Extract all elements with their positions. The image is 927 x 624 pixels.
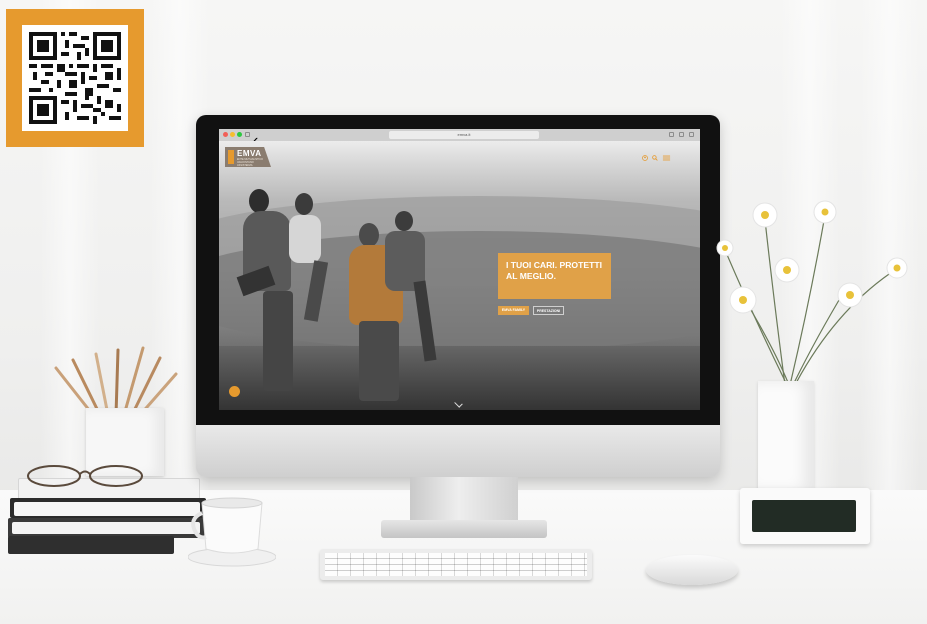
prestazioni-button[interactable]: PRESTAZIONI <box>533 306 564 315</box>
clock-display <box>752 500 856 532</box>
mouse <box>646 555 738 585</box>
monitor-stand <box>410 477 518 523</box>
eyeglasses <box>27 465 143 487</box>
share-icon[interactable] <box>669 132 674 137</box>
maximize-window-dot[interactable] <box>237 132 242 137</box>
flower-vase <box>758 381 814 491</box>
qr-code-badge[interactable] <box>6 9 144 147</box>
chat-icon[interactable] <box>229 386 240 397</box>
sidebar-icon[interactable] <box>245 132 250 137</box>
book-stack <box>8 478 208 554</box>
emva-family-button[interactable]: EMVA FAMILY <box>498 306 529 315</box>
address-bar[interactable]: emva.it <box>389 131 539 139</box>
tabs-icon[interactable] <box>679 132 684 137</box>
hero-banner: I TUOI CARI. PROTETTI AL MEGLIO. <box>498 253 611 299</box>
url-text: emva.it <box>457 132 471 137</box>
back-icon[interactable]: ‹ <box>253 132 258 149</box>
keyboard <box>320 549 592 580</box>
hero-title: I TUOI CARI. PROTETTI AL MEGLIO. <box>506 260 602 281</box>
user-icon[interactable] <box>642 155 648 161</box>
website-page: EMVA ENTE MUTUALISTICO VALDOSTANO ASSIST… <box>219 141 700 410</box>
coffee-cup <box>188 497 276 567</box>
emva-logo[interactable]: EMVA ENTE MUTUALISTICO VALDOSTANO ASSIST… <box>225 147 271 167</box>
new-tab-icon[interactable] <box>689 132 694 137</box>
search-icon[interactable] <box>652 155 658 161</box>
qr-code-icon[interactable] <box>22 25 128 131</box>
close-window-dot[interactable] <box>223 132 228 137</box>
desk-scene: ‹ emva.it <box>0 0 927 624</box>
monitor-screen: ‹ emva.it <box>219 129 700 410</box>
daisy-flowers <box>716 200 908 386</box>
logo-tagline: ENTE MUTUALISTICO VALDOSTANO ASSISTENZA <box>237 158 263 167</box>
logo-name: EMVA <box>237 149 262 158</box>
digital-clock <box>740 488 870 544</box>
menu-icon[interactable] <box>662 155 671 161</box>
minimize-window-dot[interactable] <box>230 132 235 137</box>
